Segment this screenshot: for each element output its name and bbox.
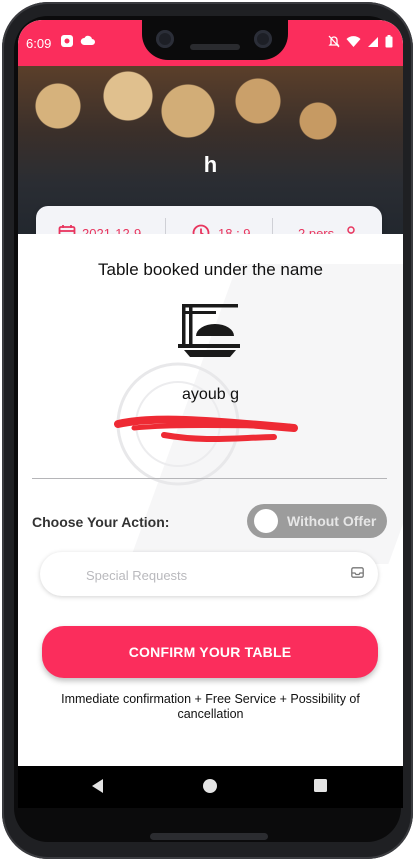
restaurant-photo: h 2021-12-9 18 : 9 2 pers bbox=[18, 66, 403, 260]
booking-content: Table booked under the name ayoub g Choo… bbox=[18, 234, 403, 766]
navigation-bar bbox=[18, 766, 403, 808]
earpiece bbox=[190, 44, 240, 50]
inbox-icon bbox=[351, 567, 364, 578]
restaurant-name: h bbox=[203, 152, 218, 177]
bottom-speaker bbox=[150, 833, 268, 840]
special-requests-input[interactable] bbox=[84, 562, 338, 588]
app-screen: 6:09 h 2021-12-9 18 : 9 2 pers Table boo… bbox=[18, 20, 403, 766]
camera-icon bbox=[156, 30, 174, 48]
offer-toggle[interactable]: Without Offer bbox=[247, 504, 387, 538]
divider bbox=[32, 478, 387, 479]
choose-action-label: Choose Your Action: bbox=[32, 514, 170, 530]
noodle-bowl-icon bbox=[178, 304, 240, 357]
back-icon[interactable] bbox=[90, 778, 106, 794]
special-requests-field[interactable] bbox=[40, 552, 378, 596]
redaction-scribble bbox=[114, 415, 298, 443]
recents-icon[interactable] bbox=[313, 778, 328, 793]
pocket-icon bbox=[61, 35, 73, 47]
battery-icon bbox=[385, 35, 393, 48]
status-time: 6:09 bbox=[26, 36, 52, 51]
confirm-table-button[interactable]: CONFIRM YOUR TABLE bbox=[42, 626, 378, 678]
signal-icon bbox=[368, 36, 378, 47]
mute-icon bbox=[328, 35, 340, 48]
confirmation-note: Immediate confirmation + Free Service + … bbox=[61, 692, 360, 721]
status-bar: 6:09 bbox=[18, 20, 403, 66]
toggle-label: Without Offer bbox=[287, 513, 377, 529]
home-icon[interactable] bbox=[202, 778, 218, 794]
toggle-knob bbox=[254, 509, 278, 533]
wifi-icon bbox=[346, 35, 361, 47]
camera-notch bbox=[142, 20, 288, 60]
cloud-icon bbox=[80, 35, 95, 45]
camera-icon bbox=[254, 30, 272, 48]
booking-heading: Table booked under the name bbox=[98, 260, 323, 279]
